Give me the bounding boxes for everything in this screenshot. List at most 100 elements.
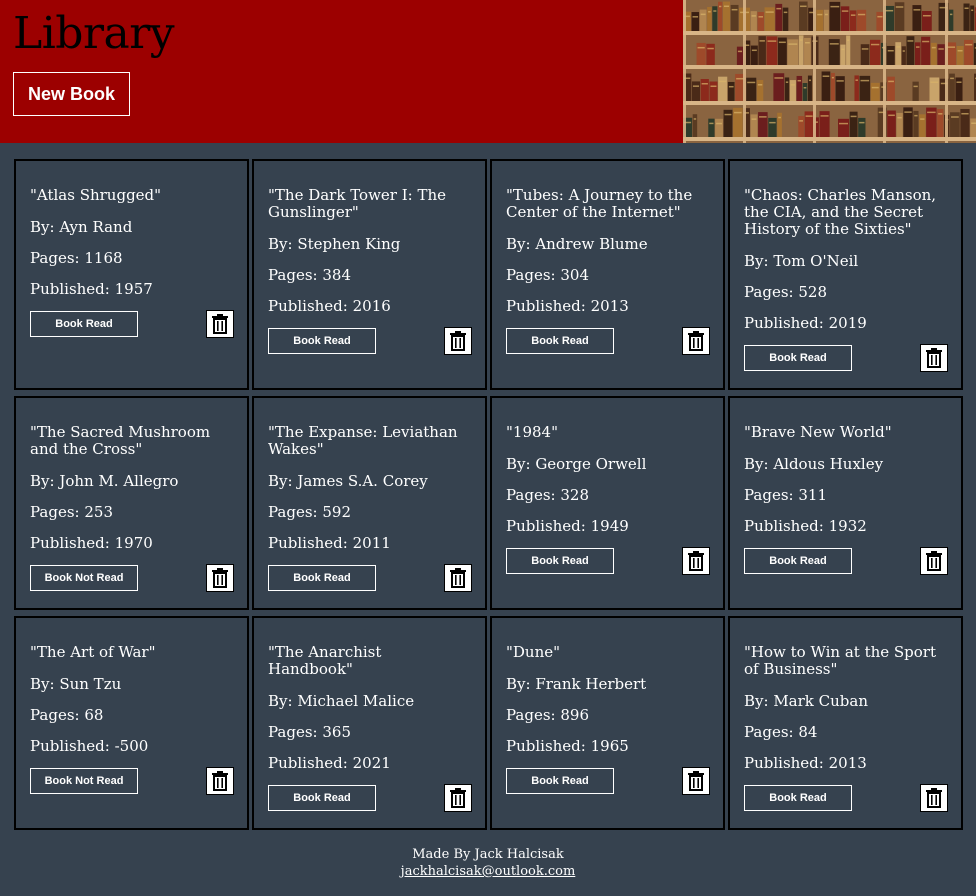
- book-pages: Pages: 328: [506, 486, 589, 504]
- book-title: "How to Win at the Sport of Business": [744, 643, 937, 678]
- read-status-button[interactable]: Book Read: [744, 345, 852, 371]
- book-card: "Tubes: A Journey to the Center of the I…: [490, 159, 725, 390]
- book-title: "Chaos: Charles Manson, the CIA, and the…: [744, 186, 937, 238]
- book-author: By: John M. Allegro: [30, 472, 179, 490]
- bookshelf-image: [683, 0, 976, 143]
- book-title: "Tubes: A Journey to the Center of the I…: [506, 186, 693, 221]
- book-card: "How to Win at the Sport of Business" By:…: [728, 616, 963, 830]
- book-card: "The Art of War" By: Sun Tzu Pages: 68 Publ…: [14, 616, 249, 830]
- book-published: Published: -500: [30, 737, 149, 755]
- read-status-button[interactable]: Book Read: [744, 548, 852, 574]
- delete-button[interactable]: [920, 547, 948, 575]
- book-published: Published: 1970: [30, 534, 153, 552]
- footer-credit: Made By Jack Halcisak: [412, 847, 564, 862]
- book-author: By: Mark Cuban: [744, 692, 868, 710]
- delete-button[interactable]: [920, 344, 948, 372]
- book-pages: Pages: 384: [268, 266, 351, 284]
- book-author: By: Tom O'Neil: [744, 252, 859, 270]
- book-pages: Pages: 365: [268, 723, 351, 741]
- book-published: Published: 1965: [506, 737, 629, 755]
- trash-icon: [211, 771, 229, 791]
- footer-email-link[interactable]: jackhalcisak@outlook.com: [401, 864, 576, 879]
- book-published: Published: 2013: [506, 297, 629, 315]
- book-published: Published: 2016: [268, 297, 391, 315]
- book-title: "1984": [506, 423, 558, 441]
- read-status-button[interactable]: Book Not Read: [30, 565, 138, 591]
- book-card: "The Dark Tower I: The Gunslinger" By: St…: [252, 159, 487, 390]
- book-pages: Pages: 68: [30, 706, 104, 724]
- read-status-button[interactable]: Book Read: [744, 785, 852, 811]
- book-card: "Chaos: Charles Manson, the CIA, and the…: [728, 159, 963, 390]
- book-actions: Book Read: [744, 547, 948, 578]
- trash-icon: [449, 331, 467, 351]
- book-published: Published: 2013: [744, 754, 867, 772]
- book-title: "The Sacred Mushroom and the Cross": [30, 423, 211, 458]
- book-author: By: James S.A. Corey: [268, 472, 428, 490]
- delete-button[interactable]: [682, 327, 710, 355]
- book-author: By: Ayn Rand: [30, 218, 133, 236]
- book-title: "The Anarchist Handbook": [268, 643, 382, 678]
- read-status-button[interactable]: Book Read: [268, 565, 376, 591]
- delete-button[interactable]: [444, 784, 472, 812]
- delete-button[interactable]: [682, 767, 710, 795]
- book-card: "Atlas Shrugged" By: Ayn Rand Pages: 1168 P…: [14, 159, 249, 390]
- book-published: Published: 2021: [268, 754, 391, 772]
- book-title: "Atlas Shrugged": [30, 186, 162, 204]
- delete-button[interactable]: [920, 784, 948, 812]
- book-actions: Book Not Read: [30, 564, 234, 595]
- read-status-button[interactable]: Book Not Read: [30, 768, 138, 794]
- book-author: By: Andrew Blume: [506, 235, 648, 253]
- book-pages: Pages: 528: [744, 283, 827, 301]
- book-title: "Dune": [506, 643, 561, 661]
- trash-icon: [925, 551, 943, 571]
- book-published: Published: 2011: [268, 534, 391, 552]
- book-card: "Dune" By: Frank Herbert Pages: 896 Publish…: [490, 616, 725, 830]
- trash-icon: [925, 788, 943, 808]
- trash-icon: [211, 314, 229, 334]
- book-grid: "Atlas Shrugged" By: Ayn Rand Pages: 1168 P…: [14, 159, 963, 830]
- read-status-button[interactable]: Book Read: [30, 311, 138, 337]
- read-status-button[interactable]: Book Read: [268, 785, 376, 811]
- delete-button[interactable]: [206, 310, 234, 338]
- delete-button[interactable]: [206, 564, 234, 592]
- read-status-button[interactable]: Book Read: [506, 548, 614, 574]
- book-title: "The Expanse: Leviathan Wakes": [268, 423, 458, 458]
- book-published: Published: 1957: [30, 280, 153, 298]
- book-card: "Brave New World" By: Aldous Huxley Pages:…: [728, 396, 963, 610]
- book-author: By: Michael Malice: [268, 692, 415, 710]
- book-pages: Pages: 84: [744, 723, 818, 741]
- book-actions: Book Read: [506, 767, 710, 798]
- delete-button[interactable]: [444, 564, 472, 592]
- book-pages: Pages: 896: [506, 706, 589, 724]
- read-status-button[interactable]: Book Read: [268, 328, 376, 354]
- read-status-button[interactable]: Book Read: [506, 328, 614, 354]
- book-actions: Book Read: [506, 327, 710, 358]
- book-pages: Pages: 592: [268, 503, 351, 521]
- trash-icon: [687, 551, 705, 571]
- delete-button[interactable]: [444, 327, 472, 355]
- book-author: By: Frank Herbert: [506, 675, 647, 693]
- trash-icon: [687, 331, 705, 351]
- trash-icon: [687, 771, 705, 791]
- book-actions: Book Read: [744, 344, 948, 375]
- trash-icon: [211, 568, 229, 588]
- book-author: By: Sun Tzu: [30, 675, 122, 693]
- book-pages: Pages: 253: [30, 503, 113, 521]
- trash-icon: [925, 348, 943, 368]
- book-author: By: George Orwell: [506, 455, 647, 473]
- book-title: "The Art of War": [30, 643, 156, 661]
- book-actions: Book Read: [268, 784, 472, 815]
- trash-icon: [449, 568, 467, 588]
- delete-button[interactable]: [682, 547, 710, 575]
- trash-icon: [449, 788, 467, 808]
- footer: Made By Jack Halcisak jackhalcisak@outlo…: [0, 846, 976, 880]
- book-title: "The Dark Tower I: The Gunslinger": [268, 186, 447, 221]
- book-actions: Book Read: [744, 784, 948, 815]
- new-book-button[interactable]: New Book: [13, 72, 130, 116]
- delete-button[interactable]: [206, 767, 234, 795]
- page-title: Library: [13, 8, 175, 59]
- book-actions: Book Read: [506, 547, 710, 578]
- read-status-button[interactable]: Book Read: [506, 768, 614, 794]
- book-card: "The Anarchist Handbook" By: Michael Mali…: [252, 616, 487, 830]
- book-pages: Pages: 304: [506, 266, 589, 284]
